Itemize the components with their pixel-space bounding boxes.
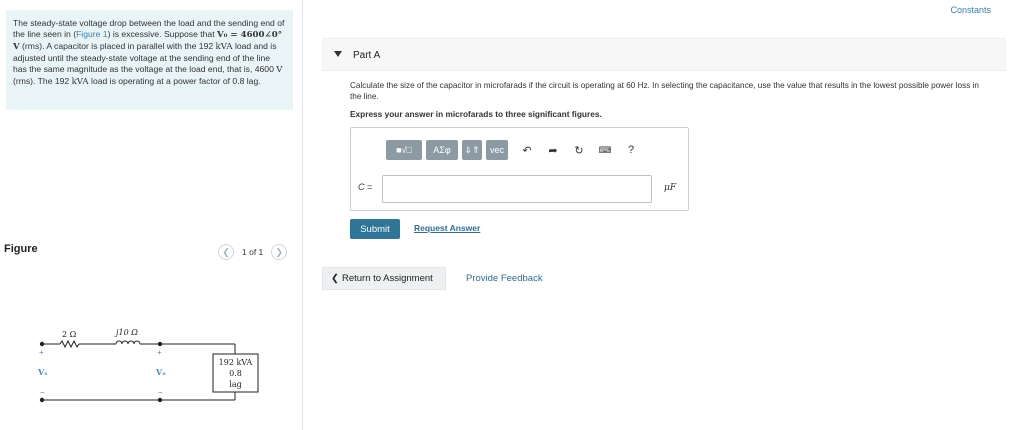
return-to-assignment-button[interactable]: ❮ Return to Assignment [322, 267, 446, 290]
arrows-updown-icon: ⇓⇑ [464, 144, 480, 155]
undo-button[interactable]: ↶ [516, 140, 538, 160]
inductor-symbol [115, 340, 141, 345]
prev-figure-button[interactable]: ❮ [218, 244, 234, 260]
problem-unit: V [276, 64, 283, 75]
templates-button[interactable]: ■√□ [386, 140, 422, 160]
problem-text: (rms). The 192 [13, 75, 72, 86]
help-icon: ? [627, 144, 635, 156]
answer-variable-label: C = [358, 182, 372, 192]
templates-icon: ■√□ [396, 145, 412, 155]
problem-text: load is operating at a power factor of 0… [88, 75, 261, 86]
reactance-label: j10 Ω [114, 328, 138, 337]
greek-symbols-label: ΑΣφ [433, 145, 451, 155]
vo-minus: − [158, 388, 163, 397]
problem-statement: The steady-state voltage drop between th… [6, 10, 293, 110]
vec-label: vec [489, 145, 504, 155]
unit-label: μF [664, 183, 677, 193]
load-lag: lag [229, 380, 241, 389]
sending-terminal-top [39, 341, 45, 347]
problem-text: (rms). A capacitor is placed in parallel… [19, 40, 216, 51]
load-rating: 192 kVA [219, 358, 253, 367]
help-button[interactable]: ? [620, 140, 642, 160]
vs-label: Vₛ [37, 367, 47, 377]
redo-button[interactable]: ➦ [542, 140, 564, 160]
part-a-label: Part A [353, 50, 381, 61]
figure-title: Figure [4, 243, 38, 255]
return-label: Return to Assignment [341, 273, 433, 284]
vs-minus: − [40, 388, 45, 397]
question-text: Calculate the size of the capacitor in m… [350, 81, 979, 101]
greek-symbols-button[interactable]: ΑΣφ [426, 140, 458, 160]
vo-label: Vₒ [155, 367, 166, 377]
circuit-diagram: 2 Ω j10 Ω + Vₛ − + Vₒ − 192 kVA 0.8 lag [37, 328, 259, 403]
reset-button[interactable]: ↻ [568, 140, 590, 160]
undo-icon: ↶ [522, 144, 532, 157]
answer-input[interactable] [382, 175, 652, 203]
subscript-superscript-button[interactable]: ⇓⇑ [462, 140, 482, 160]
reset-icon: ↻ [574, 144, 584, 157]
sending-terminal-bottom [39, 397, 45, 403]
constants-link[interactable]: Constants [950, 5, 991, 15]
figure-link[interactable]: Figure 1 [76, 29, 108, 39]
problem-text: ) is excessive. Suppose that [107, 28, 217, 39]
request-answer-link[interactable]: Request Answer [414, 223, 480, 233]
left-panel: The steady-state voltage drop between th… [0, 0, 303, 430]
pager-text: 1 of 1 [242, 247, 264, 257]
load-terminal-top [157, 341, 163, 347]
problem-unit: kVA [215, 41, 233, 52]
vo-plus: + [157, 348, 162, 357]
keyboard-icon: ⌨ [598, 144, 612, 155]
load-pf: 0.8 [229, 369, 242, 378]
math-toolbar: ■√□ ΑΣφ ⇓⇑ vec ↶ ➦ ↻ ⌨ ? [386, 140, 642, 160]
part-a-header[interactable]: Part A [322, 38, 1006, 71]
resistor-symbol [59, 339, 80, 349]
vector-button[interactable]: vec [486, 140, 508, 160]
equals-sign: = [364, 182, 373, 192]
chevron-left-icon: ❮ [331, 273, 339, 284]
load-terminal-bottom [157, 397, 163, 403]
problem-unit: kVA [71, 76, 89, 87]
vs-plus: + [39, 348, 44, 357]
next-figure-button[interactable]: ❯ [271, 244, 288, 260]
keyboard-button[interactable]: ⌨ [594, 140, 616, 160]
submit-button[interactable]: Submit [350, 219, 400, 239]
chevron-right-icon: ❯ [275, 246, 284, 257]
chevron-left-icon: ❮ [222, 246, 230, 257]
collapse-triangle-icon [334, 51, 342, 57]
instruction-text: Express your answer in microfarads to th… [350, 109, 602, 119]
provide-feedback-link[interactable]: Provide Feedback [466, 273, 543, 284]
redo-icon: ➦ [548, 144, 558, 157]
resistance-label: 2 Ω [62, 330, 77, 339]
figure-pager: ❮ 1 of 1 ❯ [218, 244, 288, 260]
